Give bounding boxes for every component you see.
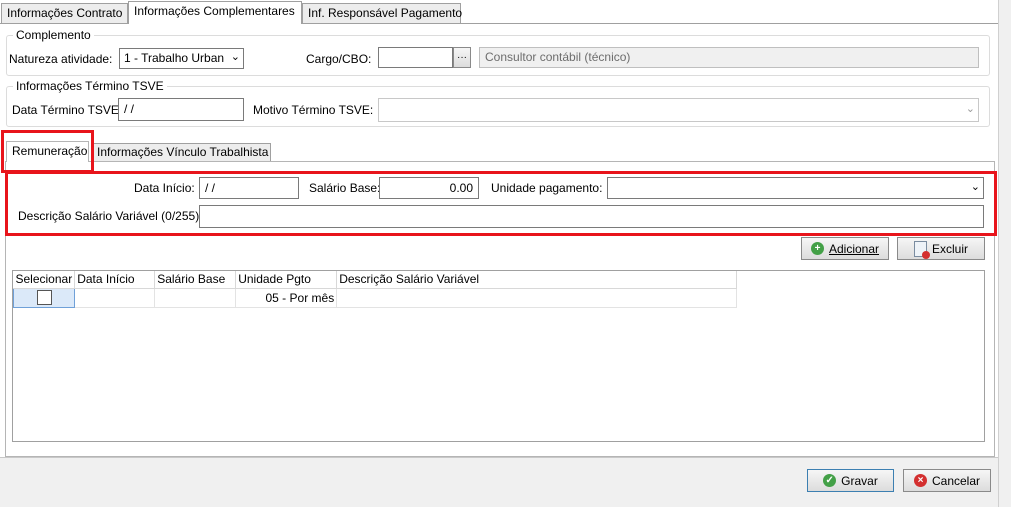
gravar-label: Gravar [841, 473, 878, 488]
cargo-lookup-button[interactable]: ··· [453, 47, 471, 68]
chevron-down-icon: ⌄ [965, 103, 975, 115]
descricao-salario-input[interactable] [199, 205, 984, 228]
chevron-down-icon: ⌄ [230, 51, 240, 63]
complemento-legend: Complemento [16, 28, 91, 42]
ellipsis-icon: ··· [457, 52, 467, 63]
tab-remuneracao[interactable]: Remuneração [6, 141, 89, 162]
termino-legend: Informações Término TSVE [16, 79, 164, 93]
data-inicio-input[interactable]: / / [199, 177, 299, 199]
excluir-button[interactable]: Excluir [897, 237, 985, 260]
row-unidade-pgto: 05 - Por mês [235, 288, 338, 308]
natureza-value: 1 - Trabalho Urbano [124, 51, 224, 65]
cargo-code-input[interactable] [378, 47, 453, 68]
column-data-inicio[interactable]: Data Início [74, 271, 156, 289]
table-row[interactable]: 05 - Por mês [12, 287, 738, 308]
row-checkbox[interactable] [36, 290, 52, 306]
adicionar-button[interactable]: + Adicionar [801, 237, 889, 260]
delete-document-icon [913, 240, 930, 259]
natureza-label: Natureza atividade: [9, 52, 113, 66]
right-scroll-strip [998, 0, 1011, 507]
natureza-select[interactable]: 1 - Trabalho Urbano ⌄ [119, 48, 244, 69]
data-termino-input[interactable]: / / [118, 98, 244, 121]
add-icon: + [810, 242, 824, 255]
cargo-description-field: Consultor contábil (técnico) [479, 47, 979, 68]
row-salario-base [154, 288, 237, 308]
tab-informacoes-vinculo-trabalhista[interactable]: Informações Vínculo Trabalhista [91, 143, 271, 161]
unidade-pagamento-select[interactable]: ⌄ [607, 177, 984, 199]
cargo-label: Cargo/CBO: [306, 52, 372, 66]
column-selecionar[interactable]: Selecionar [13, 271, 76, 289]
excluir-label: Excluir [931, 241, 968, 256]
grid-header-row: Selecionar Data Início Salário Base Unid… [13, 271, 738, 289]
row-data-inicio [74, 288, 156, 308]
row-descricao [336, 288, 738, 308]
tab-inf-responsavel-pagamento[interactable]: Inf. Responsável Pagamento [302, 3, 462, 23]
motivo-termino-label: Motivo Término TSVE: [253, 103, 374, 117]
check-icon: ✓ [823, 474, 837, 487]
cancelar-label: Cancelar [931, 473, 981, 488]
remuneracao-grid: Selecionar Data Início Salário Base Unid… [12, 271, 738, 308]
motivo-termino-select[interactable]: ⌄ [378, 98, 979, 122]
salario-base-label: Salário Base: [309, 181, 381, 195]
data-inicio-label: Data Início: [134, 181, 195, 195]
adicionar-label: Adicionar [828, 241, 880, 256]
gravar-button[interactable]: ✓ Gravar [807, 469, 894, 492]
column-descricao-salario-variavel[interactable]: Descrição Salário Variável [336, 271, 738, 289]
data-termino-label: Data Término TSVE: [12, 103, 123, 117]
unidade-pagamento-label: Unidade pagamento: [491, 181, 603, 195]
column-unidade-pgto[interactable]: Unidade Pgto [235, 271, 338, 289]
salario-base-input[interactable]: 0.00 [379, 177, 479, 199]
tab-informacoes-contrato[interactable]: Informações Contrato [1, 3, 128, 23]
chevron-down-icon: ⌄ [970, 181, 980, 193]
tab-informacoes-complementares[interactable]: Informações Complementares [128, 1, 302, 24]
cancelar-button[interactable]: × Cancelar [903, 469, 991, 492]
cancel-icon: × [913, 474, 927, 487]
column-salario-base[interactable]: Salário Base [154, 271, 237, 289]
descricao-salario-label: Descrição Salário Variável (0/255): [18, 209, 203, 223]
row-select-cell[interactable] [12, 287, 76, 308]
